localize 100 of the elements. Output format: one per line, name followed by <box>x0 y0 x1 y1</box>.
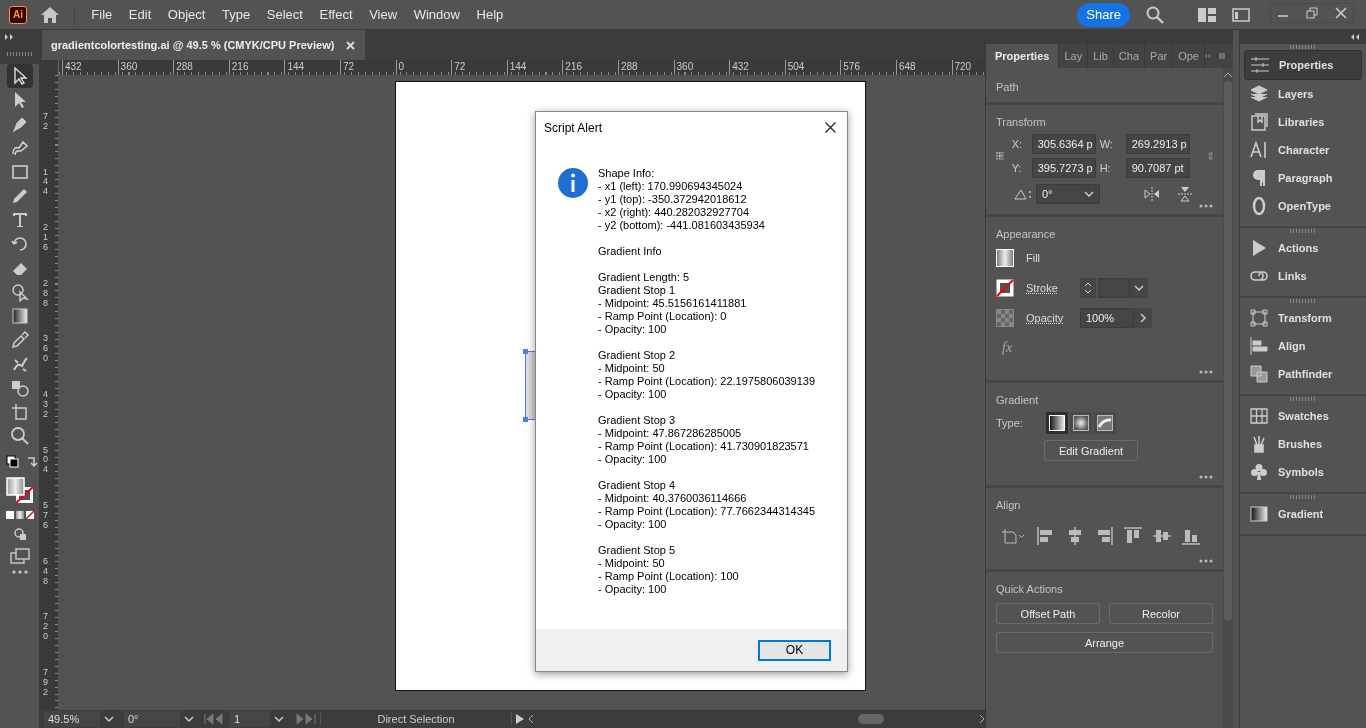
align-top-icon[interactable] <box>1124 527 1142 545</box>
menu-item[interactable]: Help <box>468 7 512 22</box>
search-icon[interactable] <box>1146 5 1164 24</box>
flip-horizontal-icon[interactable] <box>1144 187 1160 201</box>
more-options-icon[interactable] <box>1199 204 1213 208</box>
share-button[interactable]: Share <box>1077 2 1130 27</box>
panel-tab[interactable]: Lay <box>1059 44 1089 68</box>
menu-item[interactable]: Select <box>258 7 312 22</box>
zoom-field[interactable]: 49.5% <box>44 711 100 727</box>
screen-mode-icon[interactable] <box>9 548 30 564</box>
panel-layout-icon[interactable] <box>1232 7 1250 22</box>
play-icon[interactable] <box>516 714 524 724</box>
menu-item[interactable]: Object <box>159 7 214 22</box>
input-field[interactable]: 305.6364 p <box>1031 134 1096 154</box>
chevron-down-icon[interactable] <box>1134 285 1144 291</box>
app-logo[interactable]: Ai <box>9 5 27 24</box>
scroll-left-icon[interactable] <box>528 714 534 724</box>
align-left-icon[interactable] <box>1037 527 1055 545</box>
panel-tab[interactable]: Lib <box>1088 44 1114 68</box>
last-artboard-icon[interactable] <box>294 714 316 724</box>
chevron-down-icon[interactable] <box>104 716 114 722</box>
panel-button[interactable]: Pathfinder <box>1244 360 1362 388</box>
panel-button[interactable]: Transform <box>1244 304 1362 332</box>
expand-icon[interactable] <box>5 34 15 40</box>
edit-gradient-button[interactable]: Edit Gradient <box>1044 440 1138 461</box>
panel-button[interactable]: Libraries <box>1244 108 1362 136</box>
more-options-icon[interactable] <box>1199 475 1213 479</box>
color-mode-icon[interactable] <box>4 510 35 520</box>
panel-button[interactable]: Properties <box>1244 50 1362 80</box>
flip-vertical-icon[interactable] <box>1178 186 1192 202</box>
fill-swatch-icon[interactable] <box>996 249 1014 267</box>
panel-button[interactable]: Align <box>1244 332 1362 360</box>
chevron-down-icon[interactable] <box>184 716 194 722</box>
collapse-icon[interactable] <box>1350 34 1360 40</box>
document-tab[interactable]: gradientcolortesting.ai @ 49.5 % (CMYK/CPU Preview) <box>42 30 366 60</box>
gradient-type-button[interactable] <box>1094 412 1116 434</box>
panel-tab[interactable]: Properties <box>986 44 1060 68</box>
quick-action-button[interactable]: Offset Path <box>996 603 1100 624</box>
home-icon[interactable] <box>40 5 60 24</box>
panel-button[interactable]: Actions <box>1244 234 1362 262</box>
more-options-icon[interactable] <box>1199 370 1213 374</box>
panel-tab[interactable]: Par <box>1145 44 1174 68</box>
panel-button[interactable]: Symbols <box>1244 458 1362 486</box>
draw-mode-icon[interactable] <box>11 526 28 542</box>
more-icon[interactable] <box>11 570 28 574</box>
more-options-icon[interactable] <box>1199 559 1213 563</box>
scroll-right-icon[interactable] <box>979 714 985 724</box>
panel-tab[interactable]: Cha <box>1113 44 1146 68</box>
stroke-dropdown[interactable] <box>1130 278 1148 298</box>
panel-button[interactable]: Gradient <box>1244 500 1362 528</box>
panel-button[interactable]: Paragraph <box>1244 164 1362 192</box>
menu-item[interactable]: Type <box>213 7 259 22</box>
align-middle-icon[interactable] <box>1153 527 1171 545</box>
quick-action-button[interactable]: Arrange <box>996 632 1213 653</box>
fill-stroke-icon[interactable] <box>4 476 35 504</box>
angle-field[interactable]: 0° <box>1036 184 1100 204</box>
more-tabs-icon[interactable] <box>1204 52 1211 60</box>
input-field[interactable]: 269.2913 p <box>1125 134 1190 154</box>
panel-button[interactable]: Swatches <box>1244 402 1362 430</box>
menu-item[interactable]: View <box>360 7 406 22</box>
scroll-up-icon[interactable] <box>1223 72 1233 78</box>
restore-icon[interactable] <box>1306 6 1318 19</box>
quick-action-button[interactable]: Recolor <box>1109 603 1213 624</box>
panel-button[interactable]: OpenType <box>1244 192 1362 220</box>
menu-item[interactable]: File <box>83 7 121 22</box>
workspace-icon[interactable] <box>1198 7 1216 22</box>
opacity-field[interactable]: 100% <box>1080 308 1134 328</box>
toolbar-gripper[interactable] <box>0 44 39 64</box>
panel-button[interactable]: Character <box>1244 136 1362 164</box>
chevron-down-icon[interactable] <box>274 716 284 722</box>
panel-tab[interactable]: Ope <box>1173 44 1205 68</box>
scrollbar-thumb[interactable] <box>858 714 884 724</box>
input-field[interactable]: 395.7273 p <box>1031 158 1096 178</box>
align-bottom-icon[interactable] <box>1182 527 1200 545</box>
close-icon[interactable] <box>825 122 836 133</box>
tool-button[interactable] <box>6 64 33 88</box>
align-right-icon[interactable] <box>1095 527 1113 545</box>
first-artboard-icon[interactable] <box>204 714 226 724</box>
artboard-field[interactable]: 1 <box>230 711 270 727</box>
menu-item[interactable]: Edit <box>120 7 160 22</box>
ok-button[interactable]: OK <box>758 639 831 661</box>
stroke-link[interactable]: Stroke <box>1026 282 1062 294</box>
panel-button[interactable]: Links <box>1244 262 1362 290</box>
stroke-weight-stepper[interactable] <box>1080 278 1096 298</box>
stroke-swatch-icon[interactable] <box>996 279 1014 297</box>
chevron-right-icon[interactable] <box>1140 313 1146 323</box>
gradient-type-button[interactable] <box>1046 412 1068 434</box>
effects-button[interactable]: fx <box>1002 340 1013 356</box>
rotation-field[interactable]: 0° <box>124 711 180 727</box>
opacity-link[interactable]: Opacity <box>1026 312 1062 324</box>
menu-item[interactable]: Effect <box>311 7 361 22</box>
align-center-icon[interactable] <box>1066 527 1084 545</box>
input-field[interactable]: 90.7087 pt <box>1125 158 1190 178</box>
panel-button[interactable]: Brushes <box>1244 430 1362 458</box>
align-to-icon[interactable] <box>1002 528 1026 544</box>
stepper-icon[interactable] <box>1084 281 1092 295</box>
chevron-down-icon[interactable] <box>1084 191 1094 197</box>
menu-item[interactable]: Window <box>405 7 469 22</box>
panel-button[interactable]: Layers <box>1244 80 1362 108</box>
opacity-slider-toggle[interactable] <box>1134 308 1152 328</box>
